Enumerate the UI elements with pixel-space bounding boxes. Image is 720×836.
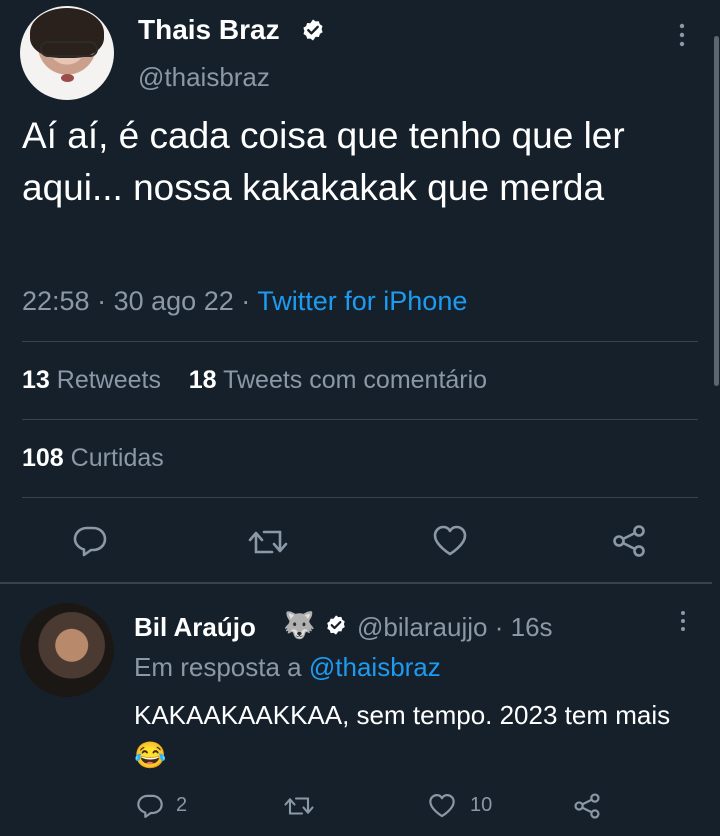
- divider: [0, 582, 712, 584]
- separator: ·: [494, 612, 504, 642]
- likes-count: 108: [22, 444, 64, 472]
- wolf-emoji-icon: 🐺: [283, 610, 316, 640]
- reply-author-handle[interactable]: @bilaraujjo: [357, 612, 487, 642]
- tweet-text: Aí aí, é cada coisa que tenho que ler aq…: [22, 115, 625, 208]
- scrollbar[interactable]: [712, 0, 720, 836]
- reply-prefix: Em resposta a: [134, 652, 302, 682]
- separator: ·: [241, 286, 251, 316]
- divider: [22, 419, 698, 420]
- retweet-icon[interactable]: [284, 794, 314, 818]
- avatar[interactable]: [20, 6, 114, 100]
- verified-badge-icon: [327, 615, 345, 635]
- share-icon[interactable]: [610, 524, 648, 558]
- tweet-source[interactable]: Twitter for iPhone: [257, 286, 467, 316]
- reply-text: KAKAAKAAKKAA, sem tempo. 2023 tem mais 😂: [134, 700, 671, 770]
- divider: [22, 341, 698, 342]
- scrollbar-thumb[interactable]: [714, 36, 719, 386]
- retweet-icon[interactable]: [248, 526, 288, 558]
- separator: ·: [97, 286, 107, 316]
- reply-icon[interactable]: [136, 792, 164, 820]
- retweets-stat[interactable]: 13 Retweets: [22, 366, 161, 394]
- like-icon[interactable]: [432, 524, 468, 558]
- quotes-count: 18: [188, 366, 217, 394]
- author-handle[interactable]: @thaisbraz: [138, 62, 270, 93]
- like-icon[interactable]: [428, 792, 456, 820]
- main-tweet: Thais Braz @thaisbraz Aí aí, é cada cois…: [0, 0, 712, 583]
- reply-header-meta: @bilaraujjo · 16s: [357, 612, 553, 643]
- reply-to-handle[interactable]: @thaisbraz: [309, 652, 441, 682]
- tweet-time[interactable]: 22:58: [22, 286, 90, 316]
- more-icon[interactable]: [676, 22, 688, 48]
- reply-author-name[interactable]: Bil Araújo: [134, 612, 256, 643]
- author-name[interactable]: Thais Braz: [138, 14, 280, 46]
- verified-badge-icon: [303, 19, 323, 41]
- tweet-date[interactable]: 30 ago 22: [114, 286, 234, 316]
- likes-stat[interactable]: 108 Curtidas: [22, 444, 164, 473]
- like-count: 10: [470, 794, 493, 816]
- quotes-stat[interactable]: 18 Tweets com comentário: [189, 366, 487, 394]
- likes-label: Curtidas: [70, 444, 164, 472]
- reply-context: Em resposta a @thaisbraz: [134, 652, 441, 683]
- reply-time[interactable]: 16s: [511, 612, 553, 642]
- quotes-label: Tweets com comentário: [223, 366, 488, 394]
- engagement-stats: 13 Retweets 18 Tweets com comentário: [22, 366, 487, 395]
- retweets-label: Retweets: [56, 366, 161, 394]
- avatar[interactable]: [20, 603, 114, 697]
- reply-count: 2: [176, 794, 188, 816]
- reply-action-bar: 2 10: [0, 786, 712, 826]
- retweets-count: 13: [22, 366, 50, 394]
- reply-icon[interactable]: [72, 524, 108, 558]
- divider: [22, 497, 698, 498]
- tweet-metadata: 22:58 · 30 ago 22 · Twitter for iPhone: [22, 286, 467, 317]
- more-icon[interactable]: [678, 610, 688, 632]
- share-icon[interactable]: [572, 792, 602, 820]
